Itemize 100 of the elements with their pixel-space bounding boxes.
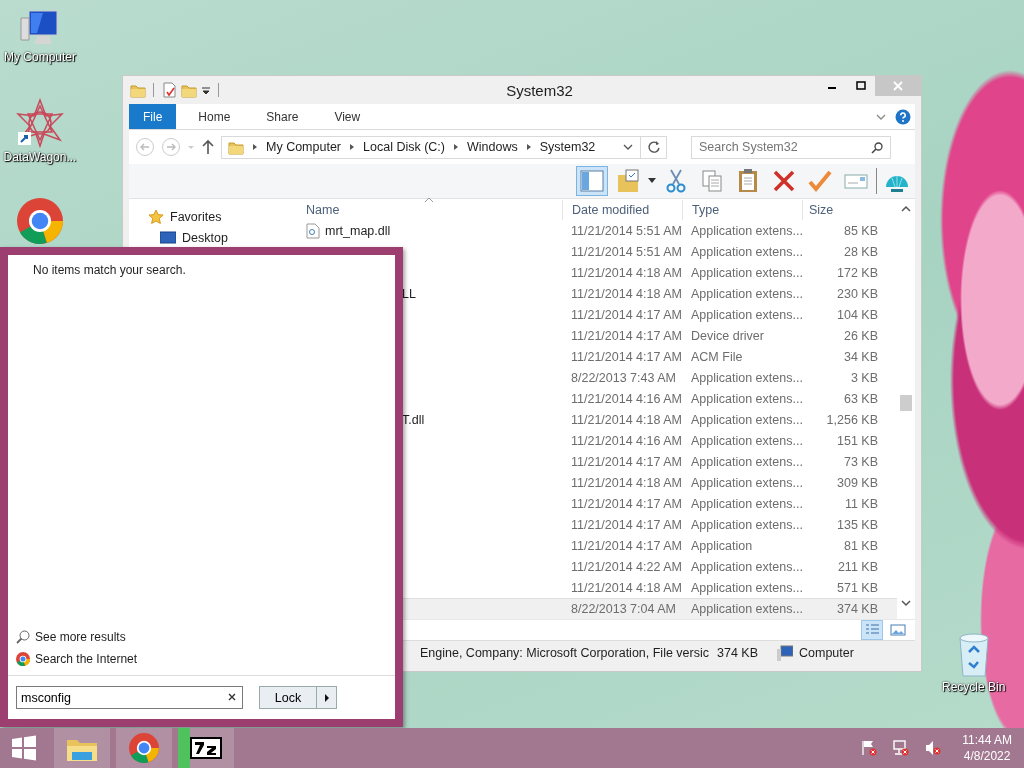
column-header[interactable]: Size (802, 200, 878, 220)
ribbon-tab[interactable]: Share (252, 104, 313, 129)
monitor-icon (160, 231, 176, 245)
search-icon[interactable] (871, 141, 883, 154)
breadcrumb-arrow-icon[interactable] (251, 143, 259, 151)
size-cell-text: 85 KB (842, 222, 878, 240)
date-cell-text: 11/21/2014 4:18 AM (570, 264, 682, 282)
date-cell-text: 11/21/2014 4:17 AM (570, 348, 682, 366)
no-results-message: No items match your search. (32, 262, 187, 277)
date-cell-text: 11/21/2014 4:18 AM (570, 474, 682, 492)
type-cell-text: Application extens... (690, 306, 802, 324)
nav-item[interactable]: Favorites (129, 209, 297, 225)
ribbon-tab[interactable]: View (320, 104, 375, 129)
column-header[interactable]: Type (682, 200, 802, 220)
file-name: LL (402, 286, 416, 301)
breadcrumb[interactable]: Local Disk (C:) (363, 140, 445, 154)
date-cell-text: 11/21/2014 4:16 AM (570, 432, 682, 450)
column-header[interactable]: Date modified (562, 200, 682, 220)
chrome-icon (17, 198, 63, 244)
type-cell-text: ACM File (690, 348, 744, 366)
size-cell-text: 151 KB (836, 432, 878, 450)
column-header[interactable]: Name (297, 200, 562, 220)
type-cell-text: Application extens... (690, 601, 802, 618)
window-title: System32 (505, 81, 573, 99)
type-cell-text: Application extens... (690, 243, 802, 261)
type-cell-text: Application extens... (690, 432, 802, 450)
size-cell-text: 63 KB (842, 390, 878, 408)
type-cell-text: Application extens... (690, 579, 802, 597)
date-cell-text: 11/21/2014 4:18 AM (570, 579, 682, 597)
date-cell-text: 11/21/2014 4:17 AM (570, 306, 682, 324)
up-arrow-icon[interactable] (201, 139, 215, 155)
maximize-icon[interactable] (855, 81, 866, 91)
search-field[interactable]: Search System32 (691, 135, 891, 159)
search-link[interactable]: Search the Internet (8, 648, 395, 670)
lock-button[interactable]: Lock (259, 686, 317, 709)
size-cell-text: 104 KB (836, 306, 878, 324)
status-text: Computer (799, 646, 854, 660)
breadcrumb[interactable]: My Computer (266, 140, 342, 154)
date-cell-text: 11/21/2014 4:16 AM (570, 390, 682, 408)
chrome-button[interactable] (116, 728, 172, 768)
type-cell-text: Application extens... (690, 222, 802, 240)
date-cell-text: 11/21/2014 4:17 AM (570, 495, 682, 513)
nav-item[interactable]: Desktop (129, 231, 297, 245)
size-cell-text: 135 KB (836, 516, 878, 534)
star-pattern-icon (16, 98, 64, 148)
date-cell-text: 11/21/2014 4:17 AM (570, 327, 682, 345)
icon-label: DataWagon... (3, 150, 77, 164)
network-icon[interactable] (892, 739, 911, 757)
date-cell-text: 11/21/2014 4:18 AM (570, 285, 682, 303)
date-cell-text: 11/21/2014 4:17 AM (570, 516, 682, 534)
file-tab[interactable]: File (129, 104, 177, 129)
speaker-muted-icon[interactable] (924, 739, 943, 757)
size-cell-text: 1,256 KB (825, 411, 878, 429)
type-cell-text: Application extens... (690, 285, 802, 303)
windows-logo-icon (11, 735, 37, 761)
breadcrumb-arrow-icon[interactable] (452, 143, 460, 151)
type-cell-text: Application extens... (690, 558, 802, 576)
archive-app-button[interactable] (178, 728, 234, 768)
date-cell-text: 8/22/2013 7:04 AM (570, 601, 677, 618)
search-link[interactable]: See more results (8, 626, 395, 648)
size-cell-text: 28 KB (842, 243, 878, 261)
type-cell-text: Application extens... (690, 369, 802, 387)
date-cell-text: 11/21/2014 4:18 AM (570, 411, 682, 429)
size-cell-text: 26 KB (842, 327, 878, 345)
scroll-down-icon[interactable] (901, 599, 911, 607)
action-center-flag-icon[interactable] (860, 739, 879, 757)
date-cell-text: 11/21/2014 4:17 AM (570, 453, 682, 471)
file-row[interactable]: mrt_map.dll 11/21/2014 5:51 AM Application extens... 85 KB (297, 220, 897, 241)
size-cell-text: 73 KB (842, 453, 878, 471)
layout-button[interactable] (576, 166, 608, 196)
help-icon[interactable] (895, 108, 911, 125)
size-cell-text: 571 KB (836, 579, 878, 597)
breadcrumb[interactable]: Windows (467, 140, 518, 154)
refresh-icon (646, 140, 661, 154)
layout-icon (578, 167, 606, 195)
ribbon-tab[interactable]: Home (184, 104, 245, 129)
refresh-button[interactable] (641, 135, 667, 159)
breadcrumb-arrow-icon[interactable] (524, 143, 533, 151)
properties-icon[interactable] (161, 82, 177, 98)
size-cell-text: 81 KB (842, 537, 878, 555)
size-cell-text: 211 KB (836, 558, 878, 576)
scroll-up-icon[interactable] (901, 205, 911, 213)
size-cell-text: 34 KB (842, 348, 878, 366)
date-cell-text: 8/22/2013 7:43 AM (570, 369, 677, 387)
search-field[interactable]: msconfig (16, 686, 243, 709)
caret-icon[interactable] (648, 178, 656, 184)
clock[interactable]: 11:44 AM 4/8/2022 (962, 733, 1012, 763)
file-name: T.dll (402, 412, 425, 427)
date-cell-text: 11/21/2014 5:51 AM (570, 222, 682, 240)
size-cell-text: 374 KB (836, 601, 878, 618)
computer-icon (777, 645, 793, 661)
scroll-thumb[interactable] (900, 395, 912, 411)
address-bar[interactable]: My Computer Local Disk (C:) Windows System32 (221, 135, 641, 159)
power-options-button[interactable] (317, 686, 337, 709)
type-cell-text: Application (690, 537, 754, 555)
folder-icon (228, 139, 244, 155)
type-cell-text: Application extens... (690, 264, 802, 282)
search-icon (16, 630, 30, 644)
type-cell-text: Application extens... (690, 474, 802, 492)
breadcrumb[interactable]: System32 (539, 140, 596, 154)
